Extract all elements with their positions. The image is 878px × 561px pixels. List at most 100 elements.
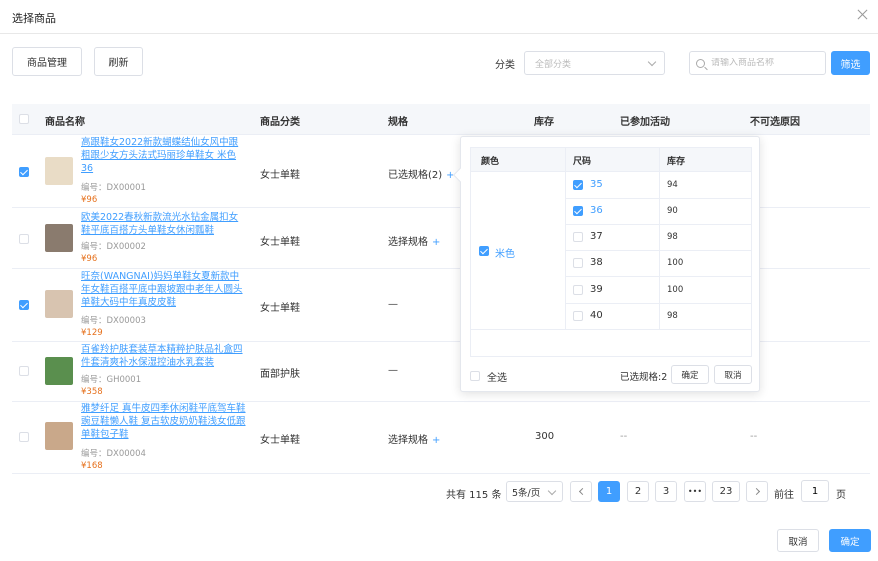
chevron-left-icon	[578, 487, 586, 496]
spec-text: —	[388, 365, 398, 376]
product-thumbnail	[45, 224, 73, 252]
size-checkbox[interactable]	[573, 232, 583, 242]
product-price: ¥168	[81, 461, 103, 471]
plus-icon: +	[432, 435, 441, 446]
header-product-name: 商品名称	[45, 117, 85, 128]
reason-value: --	[750, 431, 758, 442]
size-checkbox[interactable]	[573, 285, 583, 295]
product-name-link[interactable]: 高跟鞋女2022新款蝴蝶结仙女风中跟粗跟少女方头法式玛丽珍单鞋女 米色 36	[81, 136, 246, 175]
product-code: 编号：DX00002	[81, 242, 146, 252]
spec-select-all-label[interactable]: 全选	[487, 369, 507, 384]
refresh-button[interactable]: 刷新	[94, 47, 143, 76]
page-button-3[interactable]: 3	[655, 481, 677, 502]
product-code: 编号：DX00003	[81, 316, 146, 326]
product-code: 编号：GH0001	[81, 375, 142, 385]
product-name-link[interactable]: 旺奈(WANGNAI)妈妈单鞋女夏新款中年女鞋百搭平底中跟坡跟中老年人圆头单鞋大…	[81, 270, 246, 309]
size-label: 38	[590, 257, 603, 268]
product-category: 女士单鞋	[260, 303, 300, 314]
size-stock: 94	[667, 180, 678, 190]
stock-value: 300	[535, 431, 555, 442]
size-checkbox[interactable]	[573, 258, 583, 268]
search-input[interactable]	[711, 58, 821, 68]
header-category: 商品分类	[260, 117, 300, 128]
size-stock: 98	[667, 232, 678, 242]
page-size-value: 5条/页	[512, 487, 541, 499]
product-thumbnail	[45, 290, 73, 318]
next-page-button[interactable]	[746, 481, 768, 502]
spec-confirm-button[interactable]: 确定	[671, 365, 709, 384]
row-checkbox[interactable]	[19, 432, 29, 442]
product-code: 编号：DX00001	[81, 183, 146, 193]
product-category: 女士单鞋	[260, 435, 300, 446]
chevron-right-icon	[752, 487, 760, 496]
product-thumbnail	[45, 422, 73, 450]
spec-cancel-button[interactable]: 取消	[714, 365, 752, 384]
color-checkbox[interactable]	[479, 246, 489, 256]
table-row: 雅梦纤足 真牛皮四季休闲鞋平底驾车鞋豌豆鞋懒人鞋 复古软皮奶奶鞋浅女低跟单鞋包子…	[12, 402, 870, 474]
product-name-link[interactable]: 百雀羚护肤套装草本精粹护肤品礼盒四件套清爽补水保湿控油水乳套装	[81, 343, 246, 369]
filter-button[interactable]: 筛选	[831, 51, 870, 75]
size-label: 39	[590, 284, 603, 295]
product-name-link[interactable]: 雅梦纤足 真牛皮四季休闲鞋平底驾车鞋豌豆鞋懒人鞋 复古软皮奶奶鞋浅女低跟单鞋包子…	[81, 402, 246, 441]
row-checkbox[interactable]	[19, 300, 29, 310]
page-button-last[interactable]: 23	[712, 481, 740, 502]
product-thumbnail	[45, 157, 73, 185]
page-size-select[interactable]: 5条/页	[506, 481, 563, 502]
row-checkbox[interactable]	[19, 167, 29, 177]
header-activity: 已参加活动	[620, 117, 670, 128]
size-label: 37	[590, 231, 603, 242]
product-thumbnail	[45, 357, 73, 385]
size-stock: 98	[667, 311, 678, 321]
color-option-label[interactable]: 米色	[495, 245, 515, 260]
size-stock: 100	[667, 258, 684, 268]
spec-text: 选择规格	[388, 237, 428, 248]
page-button-1[interactable]: 1	[598, 481, 620, 502]
header-reason: 不可选原因	[750, 117, 800, 128]
size-stock: 100	[667, 285, 684, 295]
size-label: 40	[590, 310, 603, 321]
plus-icon: +	[432, 237, 441, 248]
size-checkbox[interactable]	[573, 311, 583, 321]
header-spec: 规格	[388, 117, 408, 128]
size-stock: 90	[667, 206, 678, 216]
page-ellipsis-button[interactable]: •••	[684, 481, 706, 502]
goto-page-input[interactable]	[801, 480, 829, 502]
spec-header-size: 尺码	[573, 157, 592, 167]
spec-selector[interactable]: 选择规格 +	[388, 431, 440, 446]
page-unit-label: 页	[836, 490, 846, 501]
product-price: ¥96	[81, 254, 98, 264]
header-divider	[0, 33, 878, 34]
spec-header-color: 颜色	[481, 157, 500, 167]
spec-selector[interactable]: 已选规格(2) +	[388, 166, 455, 181]
product-code: 编号：DX00004	[81, 449, 146, 459]
product-category: 女士单鞋	[260, 237, 300, 248]
spec-selected-count: 已选规格:2	[620, 372, 668, 383]
size-checkbox[interactable]	[573, 180, 583, 190]
table-header: 商品名称 商品分类 规格 库存 已参加活动 不可选原因	[12, 104, 870, 135]
activity-value: --	[620, 431, 628, 442]
spec-table: 颜色 尺码 库存 米色 35 94 36 90 37 98 38 100 39 …	[470, 147, 752, 357]
spec-table-header: 颜色 尺码 库存	[471, 148, 751, 172]
category-label: 分类	[495, 60, 515, 71]
close-icon[interactable]	[855, 7, 871, 23]
prev-page-button[interactable]	[570, 481, 592, 502]
cancel-button[interactable]: 取消	[777, 529, 819, 552]
page-button-2[interactable]: 2	[627, 481, 649, 502]
category-select-value: 全部分类	[535, 59, 572, 70]
spec-selector[interactable]: 选择规格 +	[388, 233, 440, 248]
product-name-link[interactable]: 欧美2022春秋新款流光水钻金属扣女鞋平底百搭方头单鞋女休闲瓢鞋	[81, 211, 246, 237]
search-box[interactable]	[689, 51, 826, 75]
dialog-title: 选择商品	[12, 12, 56, 25]
category-select[interactable]: 全部分类	[524, 51, 665, 75]
size-checkbox[interactable]	[573, 206, 583, 216]
product-category: 女士单鞋	[260, 170, 300, 181]
product-price: ¥96	[81, 195, 98, 205]
header-stock: 库存	[534, 117, 554, 128]
spec-select-all-checkbox[interactable]	[470, 371, 480, 381]
spec-header-stock: 库存	[667, 157, 686, 167]
confirm-button[interactable]: 确定	[829, 529, 871, 552]
row-checkbox[interactable]	[19, 366, 29, 376]
product-manage-button[interactable]: 商品管理	[12, 47, 82, 76]
row-checkbox[interactable]	[19, 234, 29, 244]
select-all-checkbox[interactable]	[19, 114, 29, 124]
